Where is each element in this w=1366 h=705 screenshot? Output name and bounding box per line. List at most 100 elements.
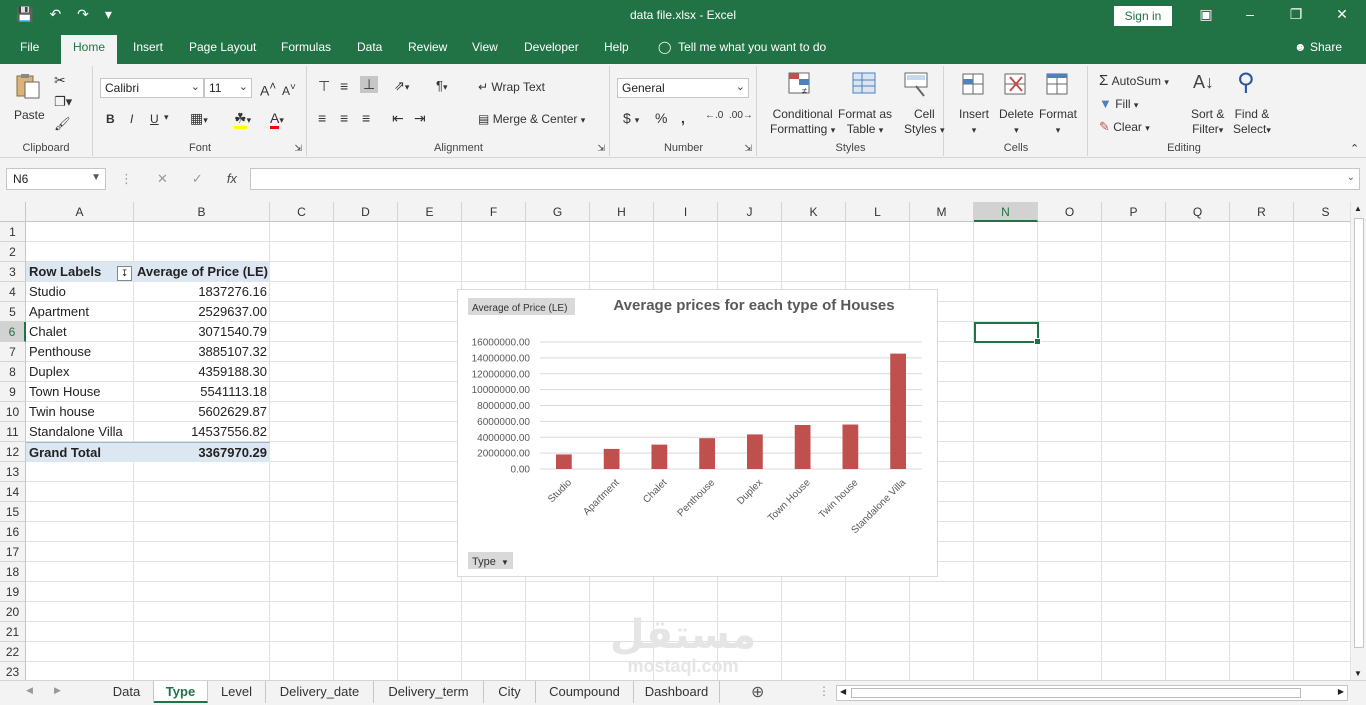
row-header-21[interactable]: 21 — [0, 622, 26, 642]
find-select-button[interactable]: Find & Select▾ — [1233, 107, 1271, 138]
paste-button[interactable]: Paste — [14, 108, 45, 122]
column-header-q[interactable]: Q — [1166, 202, 1230, 222]
wrap-text-button[interactable]: ↵ Wrap Text — [478, 80, 545, 94]
column-header-i[interactable]: I — [654, 202, 718, 222]
pivot-row-value[interactable]: 4359188.30 — [134, 362, 270, 382]
orientation-icon[interactable]: ⇗▾ — [394, 78, 409, 94]
row-header-12[interactable]: 12 — [0, 442, 26, 462]
increase-decimal-icon[interactable]: ←.0 — [705, 110, 723, 121]
pivot-row-label[interactable]: Penthouse — [26, 342, 134, 362]
row-header-19[interactable]: 19 — [0, 582, 26, 602]
pivot-row-label[interactable]: Town House — [26, 382, 134, 402]
pivot-grand-total-value[interactable]: 3367970.29 — [134, 442, 270, 462]
tab-developer[interactable]: Developer — [524, 40, 579, 54]
ribbon-display-icon[interactable]: ▣ — [1196, 6, 1216, 23]
horizontal-scroll-thumb[interactable] — [851, 688, 1301, 698]
align-right-icon[interactable]: ≡ — [362, 110, 370, 126]
vertical-scroll-thumb[interactable] — [1354, 218, 1364, 648]
pivot-row-value[interactable]: 14537556.82 — [134, 422, 270, 442]
column-header-b[interactable]: B — [134, 202, 270, 222]
prev-sheet-icon[interactable]: ◀ — [26, 685, 33, 696]
name-box[interactable]: N6 ▼ — [6, 168, 106, 190]
row-header-16[interactable]: 16 — [0, 522, 26, 542]
column-header-g[interactable]: G — [526, 202, 590, 222]
tab-review[interactable]: Review — [408, 40, 447, 54]
pivot-row-value[interactable]: 1837276.16 — [134, 282, 270, 302]
row-header-2[interactable]: 2 — [0, 242, 26, 262]
fill-button[interactable]: ▼ Fill ▾ — [1099, 96, 1138, 111]
row-header-17[interactable]: 17 — [0, 542, 26, 562]
row-header-15[interactable]: 15 — [0, 502, 26, 522]
active-cell-selection[interactable] — [974, 322, 1041, 345]
row-header-6[interactable]: 6 — [0, 322, 26, 342]
tab-insert[interactable]: Insert — [133, 40, 163, 54]
collapse-ribbon-icon[interactable]: ⌃ — [1350, 142, 1359, 155]
tab-view[interactable]: View — [472, 40, 498, 54]
column-header-e[interactable]: E — [398, 202, 462, 222]
next-sheet-icon[interactable]: ▶ — [54, 685, 61, 696]
align-top-icon[interactable]: ⊤ — [318, 78, 330, 95]
vertical-scrollbar[interactable]: ▲ ▼ — [1350, 202, 1366, 680]
scroll-down-icon[interactable]: ▼ — [1354, 669, 1362, 678]
delete-cells-button[interactable]: Delete ▾ — [999, 107, 1034, 138]
tab-home[interactable]: Home — [61, 35, 118, 64]
row-header-3[interactable]: 3 — [0, 262, 26, 282]
sheet-tab-delivery-date[interactable]: Delivery_date — [266, 681, 374, 703]
pivot-row-label[interactable]: Chalet — [26, 322, 134, 342]
text-direction-icon[interactable]: ¶▾ — [436, 78, 448, 93]
row-header-4[interactable]: 4 — [0, 282, 26, 302]
number-dialog-launcher-icon[interactable]: ⇲ — [744, 143, 752, 154]
column-header-n[interactable]: N — [974, 202, 1038, 222]
column-header-k[interactable]: K — [782, 202, 846, 222]
filter-dropdown-icon[interactable]: ↧ — [117, 266, 132, 281]
format-painter-icon[interactable]: 🖌 — [54, 116, 71, 132]
decrease-font-icon[interactable]: A˅ — [282, 82, 296, 98]
column-header-l[interactable]: L — [846, 202, 910, 222]
column-header-s[interactable]: S — [1294, 202, 1350, 222]
row-header-23[interactable]: 23 — [0, 662, 26, 680]
sheet-tab-city[interactable]: City — [484, 681, 536, 703]
sheet-tab-type[interactable]: Type — [154, 681, 208, 703]
scroll-left-icon[interactable]: ◀ — [840, 687, 846, 696]
font-size-select[interactable]: 11 ⌄ — [204, 78, 252, 98]
pivot-row-label[interactable]: Standalone Villa — [26, 422, 134, 442]
borders-icon[interactable]: ▦▾ — [190, 110, 208, 127]
column-header-h[interactable]: H — [590, 202, 654, 222]
cancel-icon[interactable]: ✕ — [157, 171, 168, 187]
pivot-row-label[interactable]: Apartment — [26, 302, 134, 322]
scroll-right-icon[interactable]: ▶ — [1338, 687, 1344, 696]
row-header-22[interactable]: 22 — [0, 642, 26, 662]
row-header-13[interactable]: 13 — [0, 462, 26, 482]
bold-button[interactable]: B — [106, 112, 115, 126]
row-header-5[interactable]: 5 — [0, 302, 26, 322]
column-header-p[interactable]: P — [1102, 202, 1166, 222]
pivot-row-value[interactable]: 5541113.18 — [134, 382, 270, 402]
merge-center-button[interactable]: ▤ Merge & Center ▾ — [478, 112, 585, 126]
tab-help[interactable]: Help — [604, 40, 629, 54]
fill-color-icon[interactable]: ☘▾ — [234, 110, 251, 129]
font-color-icon[interactable]: A▾ — [270, 110, 284, 129]
column-header-a[interactable]: A — [26, 202, 134, 222]
tab-file[interactable]: File — [20, 40, 39, 54]
pivot-value-header[interactable]: Average of Price (LE) — [134, 262, 270, 282]
close-icon[interactable]: ✕ — [1332, 6, 1352, 23]
align-middle-icon[interactable]: ≡ — [340, 78, 348, 94]
percent-button[interactable]: % — [655, 110, 667, 126]
select-all-corner[interactable] — [0, 202, 26, 222]
enter-icon[interactable]: ✓ — [192, 171, 203, 187]
column-header-c[interactable]: C — [270, 202, 334, 222]
scroll-up-icon[interactable]: ▲ — [1354, 204, 1362, 213]
pivot-grand-total-label[interactable]: Grand Total — [26, 442, 134, 462]
row-header-10[interactable]: 10 — [0, 402, 26, 422]
horizontal-scrollbar[interactable]: ◀ ▶ — [836, 685, 1348, 701]
align-left-icon[interactable]: ≡ — [318, 110, 326, 126]
align-center-icon[interactable]: ≡ — [340, 110, 348, 126]
sheet-tab-data[interactable]: Data — [100, 681, 154, 703]
column-header-o[interactable]: O — [1038, 202, 1102, 222]
tab-split-icon[interactable]: ⋮ — [818, 684, 830, 698]
paste-icon[interactable] — [14, 72, 42, 100]
conditional-formatting-button[interactable]: Conditional Formatting ▾ — [770, 107, 835, 138]
clear-button[interactable]: ✎ Clear ▾ — [1099, 119, 1150, 135]
sign-in-button[interactable]: Sign in — [1114, 6, 1172, 26]
pivot-row-value[interactable]: 3071540.79 — [134, 322, 270, 342]
